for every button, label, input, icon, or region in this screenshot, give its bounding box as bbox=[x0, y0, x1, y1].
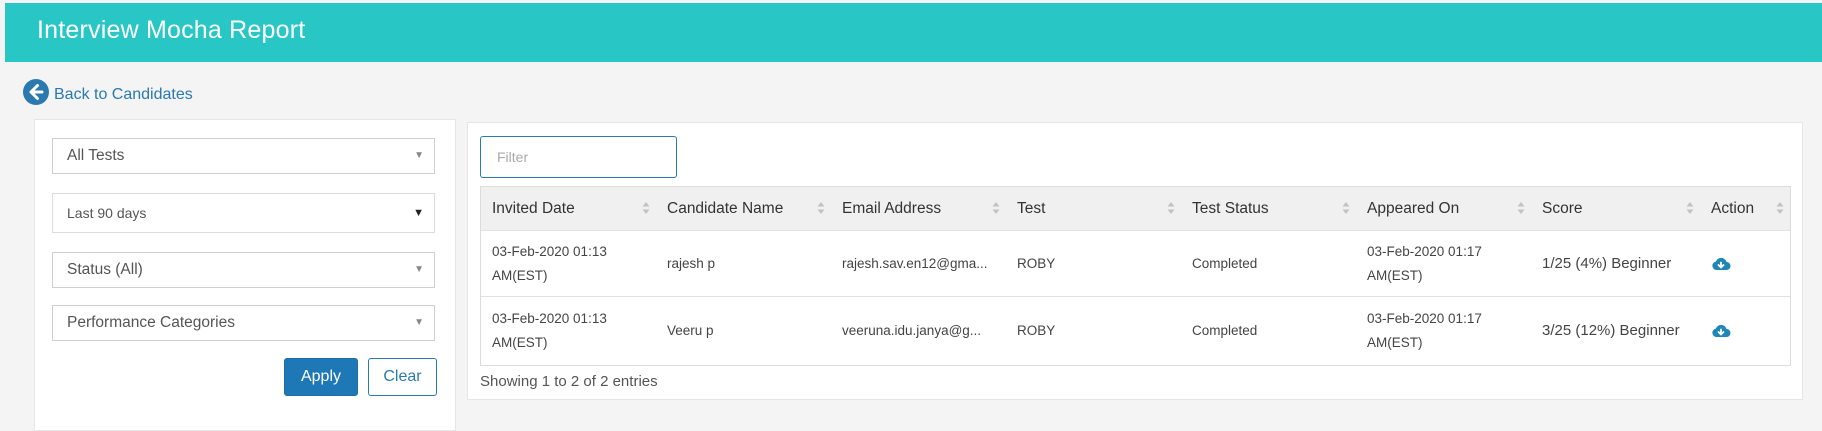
date-range-select[interactable]: Last 90 days ▼ bbox=[52, 193, 435, 233]
clear-button[interactable]: Clear bbox=[368, 358, 437, 396]
caret-down-icon: ▼ bbox=[414, 264, 424, 275]
test-status-cell: Completed bbox=[1192, 255, 1258, 271]
tests-select[interactable]: All Tests ▼ bbox=[52, 138, 435, 174]
sort-icon bbox=[1517, 202, 1525, 214]
column-header-score[interactable]: Score bbox=[1531, 187, 1700, 230]
caret-down-icon: ▼ bbox=[413, 207, 424, 219]
status-select[interactable]: Status (All) ▼ bbox=[52, 252, 435, 288]
appeared-on-cell: 03-Feb-2020 01:17 AM(EST) bbox=[1367, 310, 1482, 350]
action-cell bbox=[1700, 230, 1790, 297]
apply-button[interactable]: Apply bbox=[284, 358, 358, 396]
column-header-label: Appeared On bbox=[1367, 200, 1460, 217]
column-header-label: Invited Date bbox=[492, 200, 575, 217]
candidate-name-cell: rajesh p bbox=[667, 255, 716, 271]
sort-icon bbox=[1167, 202, 1175, 214]
email-text: veeruna.idu.janya@g... bbox=[842, 322, 982, 338]
sort-icon bbox=[817, 202, 825, 214]
score-cell: 1/25 (4%) Beginner bbox=[1542, 254, 1672, 272]
column-header-label: Candidate Name bbox=[667, 200, 784, 217]
filter-input[interactable] bbox=[480, 136, 677, 178]
column-header-email[interactable]: Email Address bbox=[831, 187, 1006, 230]
back-to-candidates-link[interactable]: Back to Candidates bbox=[22, 78, 193, 106]
sort-icon bbox=[642, 202, 650, 214]
candidates-table: Invited Date Candidate Name Email Addres… bbox=[480, 186, 1791, 366]
date-range-select-value: Last 90 days bbox=[67, 205, 147, 221]
performance-select[interactable]: Performance Categories ▼ bbox=[52, 305, 435, 341]
sort-icon bbox=[992, 202, 1000, 214]
cloud-download-icon[interactable] bbox=[1711, 256, 1731, 272]
cloud-download-icon[interactable] bbox=[1711, 323, 1731, 339]
table-header: Invited Date Candidate Name Email Addres… bbox=[481, 187, 1790, 231]
page-title: Interview Mocha Report bbox=[37, 16, 306, 44]
column-header-candidate-name[interactable]: Candidate Name bbox=[656, 187, 831, 230]
performance-select-value: Performance Categories bbox=[67, 314, 235, 331]
score-cell: 3/25 (12%) Beginner bbox=[1542, 321, 1680, 339]
email-text: rajesh.sav.en12@gma... bbox=[842, 255, 988, 271]
column-header-label: Score bbox=[1542, 200, 1583, 217]
column-header-label: Email Address bbox=[842, 200, 942, 217]
column-header-invited-date[interactable]: Invited Date bbox=[481, 187, 656, 230]
tests-select-value: All Tests bbox=[67, 147, 125, 164]
filter-panel: All Tests ▼ Last 90 days ▼ Status (All) … bbox=[34, 119, 456, 431]
appeared-on-cell: 03-Feb-2020 01:17 AM(EST) bbox=[1367, 243, 1482, 283]
sort-icon bbox=[1776, 202, 1784, 214]
invited-date-cell: 03-Feb-2020 01:13 AM(EST) bbox=[492, 243, 607, 283]
table-row: 03-Feb-2020 01:13 AM(EST) rajesh p rajes… bbox=[481, 230, 1790, 297]
column-header-action[interactable]: Action bbox=[1700, 187, 1790, 230]
invited-date-cell: 03-Feb-2020 01:13 AM(EST) bbox=[492, 310, 607, 350]
test-status-cell: Completed bbox=[1192, 322, 1258, 338]
candidate-name-cell: Veeru p bbox=[667, 322, 714, 338]
column-header-test[interactable]: Test bbox=[1006, 187, 1181, 230]
back-link-label: Back to Candidates bbox=[54, 86, 193, 103]
sort-icon bbox=[1686, 202, 1694, 214]
test-cell: ROBY bbox=[1017, 322, 1056, 338]
status-select-value: Status (All) bbox=[67, 261, 143, 278]
column-header-appeared-on[interactable]: Appeared On bbox=[1356, 187, 1531, 230]
caret-down-icon: ▼ bbox=[414, 317, 424, 328]
sort-icon bbox=[1342, 202, 1350, 214]
column-header-label: Test bbox=[1017, 200, 1046, 217]
app-header: Interview Mocha Report bbox=[5, 3, 1822, 62]
column-header-label: Action bbox=[1711, 200, 1755, 217]
table-row: 03-Feb-2020 01:13 AM(EST) Veeru p veerun… bbox=[481, 297, 1790, 364]
test-cell: ROBY bbox=[1017, 255, 1056, 271]
results-panel: Invited Date Candidate Name Email Addres… bbox=[467, 122, 1803, 400]
caret-down-icon: ▼ bbox=[414, 150, 424, 161]
column-header-label: Test Status bbox=[1192, 200, 1269, 217]
column-header-test-status[interactable]: Test Status bbox=[1181, 187, 1356, 230]
email-cell: rajesh.sav.en12@gma... bbox=[831, 230, 1006, 297]
action-cell bbox=[1700, 297, 1790, 364]
arrow-left-circle-icon bbox=[23, 79, 49, 105]
table-summary: Showing 1 to 2 of 2 entries bbox=[480, 373, 658, 390]
email-cell: veeruna.idu.janya@g... bbox=[831, 297, 1006, 364]
